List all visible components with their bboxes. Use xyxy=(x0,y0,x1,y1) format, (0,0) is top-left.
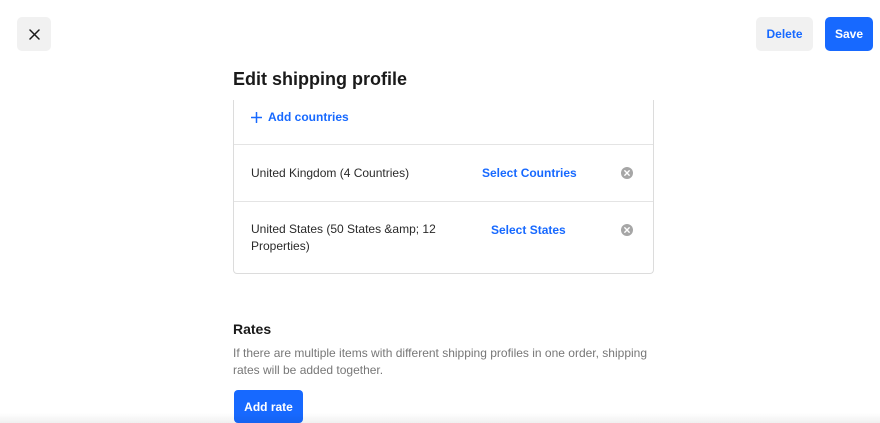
close-icon xyxy=(28,28,40,40)
add-countries-link[interactable]: Add countries xyxy=(251,110,349,124)
save-button[interactable]: Save xyxy=(825,17,873,51)
plus-icon xyxy=(251,111,262,123)
remove-circle-icon[interactable] xyxy=(621,224,633,236)
region-name: United States (50 States &amp; 12 Proper… xyxy=(251,222,436,253)
page-title: Edit shipping profile xyxy=(233,69,407,89)
select-countries-link[interactable]: Select Countries xyxy=(482,166,577,180)
rates-heading: Rates xyxy=(233,321,272,337)
add-countries-row: Add countries xyxy=(234,100,653,145)
select-states-link[interactable]: Select States xyxy=(491,223,566,237)
rates-description: If there are multiple items with differe… xyxy=(233,346,648,377)
close-button[interactable] xyxy=(17,17,51,51)
region-row-united-states: United States (50 States &amp; 12 Proper… xyxy=(234,202,653,274)
regions-panel: Add countries United Kingdom (4 Countrie… xyxy=(233,100,654,274)
add-countries-label: Add countries xyxy=(268,110,349,124)
remove-circle-icon[interactable] xyxy=(621,167,633,179)
add-rate-button[interactable]: Add rate xyxy=(234,390,303,423)
bottom-shadow xyxy=(0,413,880,423)
region-name: United Kingdom (4 Countries) xyxy=(251,166,410,180)
delete-button[interactable]: Delete xyxy=(756,17,813,51)
region-row-united-kingdom: United Kingdom (4 Countries) Select Coun… xyxy=(234,145,653,202)
